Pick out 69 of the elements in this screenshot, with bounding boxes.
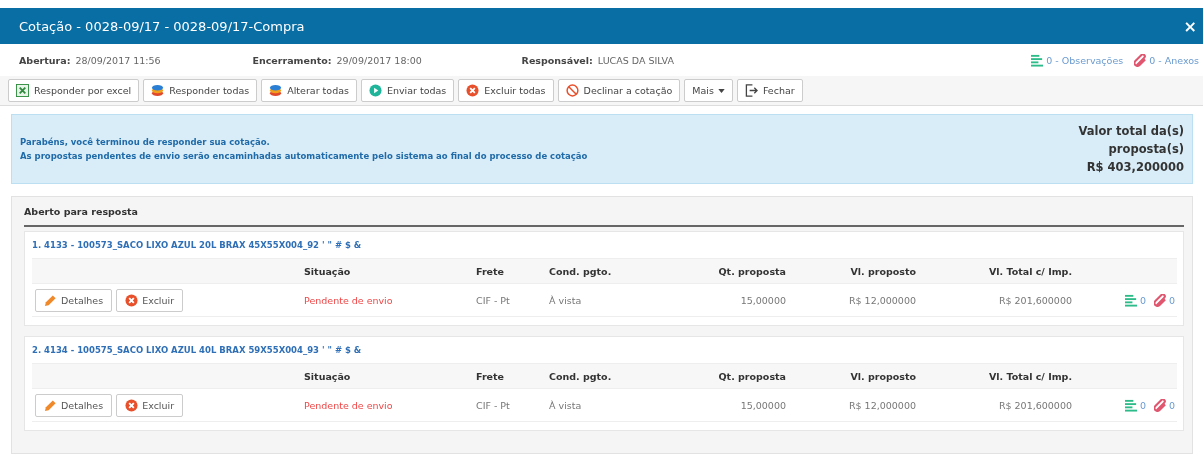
- paperclip-icon: [1153, 293, 1167, 307]
- close-button[interactable]: ×: [1183, 16, 1197, 36]
- spreadsheet-icon: [16, 84, 29, 97]
- toolbar-button[interactable]: Responder por excel: [8, 79, 140, 102]
- paperclip-icon: [1153, 398, 1167, 412]
- details-button[interactable]: Detalhes: [35, 393, 113, 417]
- toolbar-button[interactable]: Declinar a cotação: [557, 79, 681, 102]
- exit-icon: [744, 84, 758, 97]
- column-header: Vl. Total c/ Imp.: [987, 370, 1072, 382]
- alert-message: Parabéns, você terminou de responder sua cotação.: [20, 137, 271, 147]
- pencil-icon: [44, 398, 57, 412]
- alert-message: As propostas pendentes de envio serão encaminhadas automaticamente pelo sistema ao final do processo de cotação: [20, 151, 589, 161]
- column-header: Vl. Total c/ Imp.: [987, 265, 1072, 277]
- column-header: Situação: [304, 265, 352, 277]
- status-cell-text: Pendente de envio: [304, 399, 394, 411]
- table-cell-text: R$ 201,600000: [997, 399, 1072, 411]
- paperclip-icon: [1134, 53, 1148, 67]
- column-header: Frete: [476, 265, 505, 277]
- table-cell-text: 15,00000: [739, 294, 786, 306]
- total-label: Valor total da(s) proposta(s): [1077, 123, 1184, 158]
- item-title: 1. 4133 - 100573_SACO LIXO AZUL 20L BRAX 45X55X004_92 ' " # $ &: [32, 239, 363, 252]
- caret-icon: [717, 88, 725, 93]
- details-button[interactable]: Detalhes: [35, 288, 113, 312]
- opening-label: Abertura:: [19, 54, 71, 66]
- status-cell-text: Pendente de envio: [304, 294, 394, 306]
- table-cell-text: À vista: [549, 399, 583, 411]
- toolbar-button[interactable]: Fechar: [736, 79, 803, 102]
- table-cell-text: CIF - Pt: [476, 294, 511, 306]
- toolbar-button[interactable]: Enviar todas: [360, 79, 455, 102]
- stack-icon: [151, 84, 165, 97]
- section-title: Aberto para resposta: [24, 205, 138, 217]
- column-header: Qt. proposta: [717, 370, 786, 382]
- toolbar-button[interactable]: Excluir todas: [458, 79, 554, 102]
- column-header: Cond. pgto.: [549, 265, 613, 277]
- column-header: Situação: [304, 370, 352, 382]
- closing-label: Encerramento:: [252, 54, 332, 66]
- notes-icon: [1031, 53, 1045, 67]
- delete-icon: [125, 398, 139, 412]
- item-title: 2. 4134 - 100575_SACO LIXO AZUL 40L BRAX 59X55X004_93 ' " # $ &: [32, 344, 363, 357]
- closing-date: 29/09/2017 18:00: [336, 54, 423, 66]
- toolbar-button[interactable]: Responder todas: [143, 79, 258, 102]
- stack-icon: [269, 84, 283, 97]
- table-cell-text: CIF - Pt: [476, 399, 511, 411]
- delete-button[interactable]: Excluir: [116, 393, 184, 417]
- column-header: Vl. proposto: [849, 265, 916, 277]
- notes-icon: [1124, 398, 1138, 412]
- pencil-icon: [44, 293, 57, 307]
- column-header: Vl. proposto: [849, 370, 916, 382]
- window-title: Cotação - 0028-09/17 - 0028-09/17-Compra: [19, 18, 306, 34]
- total-value: R$ 403,200000: [1086, 159, 1184, 176]
- table-cell-text: 15,00000: [739, 399, 786, 411]
- table-cell-text: R$ 201,600000: [997, 294, 1072, 306]
- table-cell-text: R$ 12,000000: [847, 294, 916, 306]
- toolbar-button[interactable]: Mais: [684, 79, 733, 102]
- responsible-label: Responsável:: [521, 54, 593, 66]
- notes-icon: [1124, 293, 1138, 307]
- opening-date: 28/09/2017 11:56: [75, 54, 162, 66]
- responsible-name: LUCAS DA SILVA: [597, 54, 674, 66]
- table-cell-text: R$ 12,000000: [847, 399, 916, 411]
- delete-icon: [466, 84, 480, 97]
- ban-icon: [565, 84, 579, 97]
- delete-button[interactable]: Excluir: [116, 288, 184, 312]
- delete-icon: [125, 293, 139, 307]
- toolbar-button[interactable]: Alterar todas: [261, 79, 357, 102]
- column-header: Frete: [476, 370, 505, 382]
- play-icon: [368, 84, 382, 97]
- table-cell-text: À vista: [549, 294, 583, 306]
- column-header: Cond. pgto.: [549, 370, 613, 382]
- column-header: Qt. proposta: [717, 265, 786, 277]
